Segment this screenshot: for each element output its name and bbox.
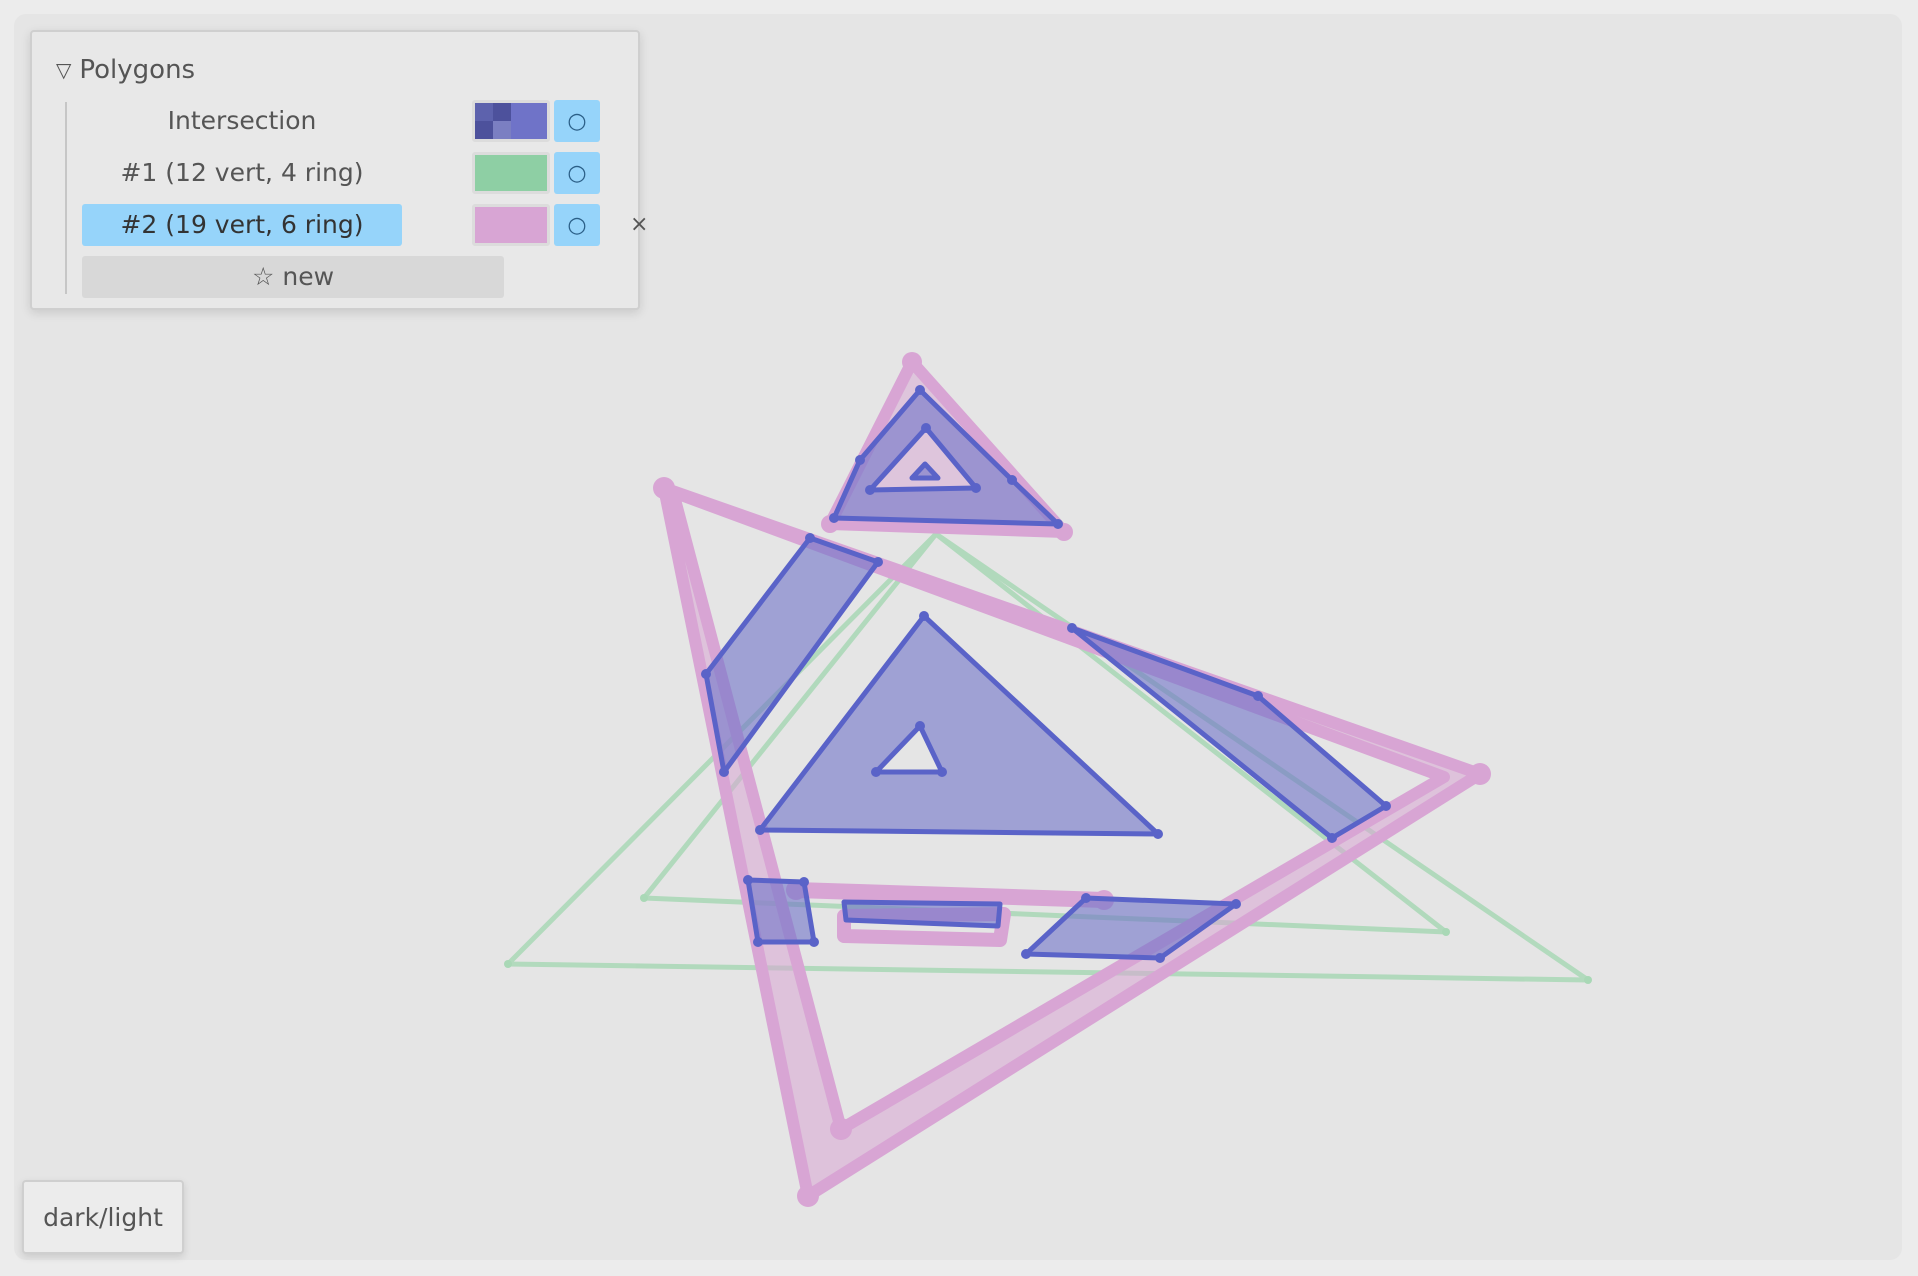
circle-toggle-icon[interactable]: ○ bbox=[554, 204, 600, 246]
row-polygon-2[interactable]: #2 (19 vert, 6 ring) ○ × bbox=[82, 204, 648, 246]
new-polygon-button[interactable]: ☆ new bbox=[82, 256, 504, 298]
polygon-2-color-swatch[interactable] bbox=[472, 204, 550, 246]
collapse-triangle-icon[interactable]: ▽ bbox=[56, 58, 71, 82]
close-icon[interactable]: × bbox=[630, 204, 648, 246]
panel-header[interactable]: ▽ Polygons bbox=[56, 52, 195, 88]
intersection-color-swatch[interactable] bbox=[472, 100, 550, 142]
dark-light-toggle-button[interactable]: dark/light bbox=[22, 1180, 184, 1254]
intersection-small-bar bbox=[841, 899, 1003, 929]
tree-guide-line bbox=[65, 102, 67, 294]
circle-toggle-icon[interactable]: ○ bbox=[554, 152, 600, 194]
intersection-left-square bbox=[745, 877, 817, 945]
row-label[interactable]: #1 (12 vert, 4 ring) bbox=[82, 152, 402, 194]
row-intersection[interactable]: Intersection ○ bbox=[82, 100, 627, 142]
panel-title: Polygons bbox=[79, 55, 196, 85]
polygon-1-color-swatch[interactable] bbox=[472, 152, 550, 194]
polygon-2-bar bbox=[788, 882, 1112, 908]
polygons-panel: ▽ Polygons Intersection ○ #1 (12 vert, 4… bbox=[30, 30, 648, 310]
row-label-selected[interactable]: #2 (19 vert, 6 ring) bbox=[82, 204, 402, 246]
row-label[interactable]: Intersection bbox=[82, 100, 402, 142]
circle-toggle-icon[interactable]: ○ bbox=[554, 100, 600, 142]
row-polygon-1[interactable]: #1 (12 vert, 4 ring) ○ bbox=[82, 152, 627, 194]
